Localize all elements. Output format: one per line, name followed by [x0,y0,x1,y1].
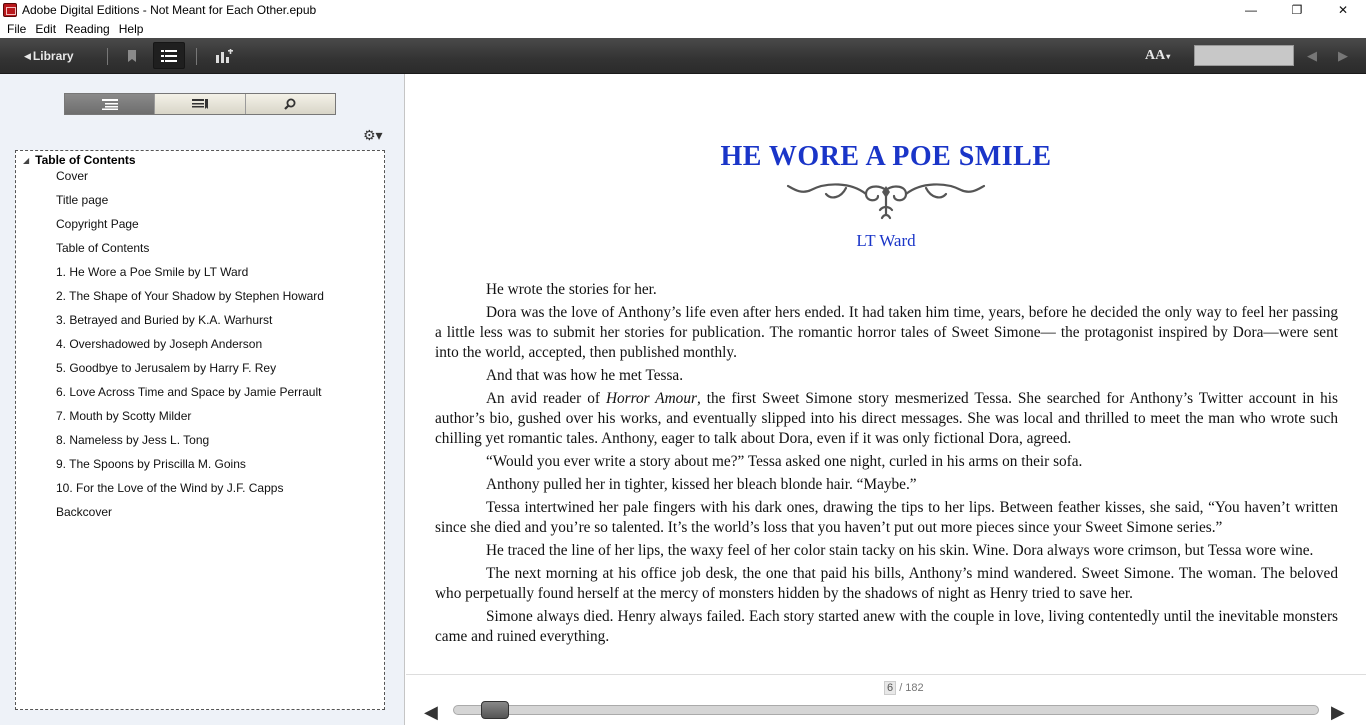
chevron-down-icon: ▾ [1166,51,1171,61]
sidebar-tabs [64,93,336,115]
chevron-right-icon: ▶ [1338,48,1348,63]
menu-help[interactable]: Help [119,22,144,36]
toolbar-divider [107,48,108,65]
paragraph-text: An avid reader of [486,390,606,407]
tab-search[interactable] [244,94,335,114]
toc-item[interactable]: 2. The Shape of Your Shadow by Stephen H… [56,289,324,313]
title-bar: Adobe Digital Editions - Not Meant for E… [0,0,1366,19]
chapter-title: HE WORE A POE SMILE [720,141,1052,172]
library-label: Library [32,49,74,63]
paragraph: An avid reader of Horror Amour, the firs… [435,389,1338,449]
pager-bar: 6 / 182 ◀ ▶ [406,674,1366,725]
toc-item[interactable]: 10. For the Love of the Wind by J.F. Cap… [56,481,324,505]
ornament-icon [786,183,986,220]
add-chart-icon [216,49,233,63]
next-page-button[interactable]: ▶ [1331,702,1345,723]
prev-page-button[interactable]: ◀ [424,702,438,723]
page-slider-track[interactable] [453,705,1319,715]
toc-item[interactable]: 3. Betrayed and Buried by K.A. Warhurst [56,313,324,337]
toc-tree: ◢ Table of Contents Cover Title page Cop… [15,150,385,710]
toc-item[interactable]: 9. The Spoons by Priscilla M. Goins [56,457,324,481]
toc-item[interactable]: 7. Mouth by Scotty Milder [56,409,324,433]
toolbar-next-button[interactable]: ▶ [1336,38,1350,74]
paragraph: The next morning at his office job desk,… [435,565,1338,602]
paragraph: Tessa intertwined her pale fingers with … [435,499,1338,536]
tab-contents[interactable] [65,94,155,114]
toc-item[interactable]: Copyright Page [56,217,324,241]
font-size-icon: AA [1145,48,1166,63]
bookmarks-icon [191,98,208,109]
bookmark-icon [128,50,136,62]
total-pages-label: / 182 [899,682,924,694]
chevron-left-icon: ◀ [1307,48,1317,63]
menu-bar: File Edit Reading Help [0,19,1366,38]
chapter-author: LT Ward [856,231,916,250]
paragraph: He wrote the stories for her. [486,281,657,298]
list-icon [161,49,177,62]
arrow-right-icon: ▶ [1331,702,1345,722]
bookmark-button[interactable] [124,38,140,74]
toolbar: ◀ Library AA ▾ ◀ ▶ [0,38,1366,74]
menu-file[interactable]: File [7,22,26,36]
toc-item[interactable]: 6. Love Across Time and Space by Jamie P… [56,385,324,409]
font-size-button[interactable]: AA ▾ [1145,38,1170,74]
paragraph: He traced the line of her lips, the waxy… [486,542,1314,559]
toc-item[interactable]: Title page [56,193,324,217]
library-back-icon: ◀ [24,50,31,61]
paragraph: “Would you ever write a story about me?”… [486,453,1083,470]
reading-pane: HE WORE A POE SMILE LT Ward He wrote the… [406,74,1366,674]
window-controls: — ❐ ✕ [1228,0,1366,19]
app-icon [3,2,17,17]
gear-icon[interactable]: ⚙▾ [363,127,383,144]
add-chart-button[interactable] [214,38,234,74]
paragraph: Simone always died. Henry always failed.… [435,608,1338,645]
toc-toggle-button[interactable] [153,42,185,69]
collapse-icon[interactable]: ◢ [23,156,29,165]
toc-root[interactable]: ◢ Table of Contents [23,153,136,167]
search-icon [284,98,296,110]
toc-icon [101,98,118,110]
page-slider-thumb[interactable] [480,701,509,719]
menu-edit[interactable]: Edit [35,22,56,36]
arrow-left-icon: ◀ [424,702,438,722]
paragraph: Dora was the love of Anthony’s life even… [435,304,1338,361]
toc-header-label: Table of Contents [35,153,136,167]
current-page-field[interactable]: 6 [884,681,897,695]
library-button[interactable]: ◀ Library [24,38,74,74]
chapter-body: He wrote the stories for her. Dora was t… [435,280,1338,650]
page-indicator: 6 / 182 [884,681,924,695]
toc-item[interactable]: Table of Contents [56,241,324,265]
restore-button[interactable]: ❐ [1274,0,1320,19]
toc-item[interactable]: 8. Nameless by Jess L. Tong [56,433,324,457]
paragraph: Anthony pulled her in tighter, kissed he… [486,476,917,493]
minimize-button[interactable]: — [1228,0,1274,19]
toc-item[interactable]: Cover [56,169,324,193]
menu-reading[interactable]: Reading [65,22,110,36]
toc-list: Cover Title page Copyright Page Table of… [56,169,324,529]
toolbar-prev-button[interactable]: ◀ [1305,38,1319,74]
sidebar: ⚙▾ ◢ Table of Contents Cover Title page … [0,74,405,725]
toolbar-divider [196,48,197,65]
toc-item[interactable]: 5. Goodbye to Jerusalem by Harry F. Rey [56,361,324,385]
toc-item[interactable]: 4. Overshadowed by Joseph Anderson [56,337,324,361]
search-input[interactable] [1194,45,1294,66]
book-title-italic: Horror Amour [605,390,697,407]
paragraph: And that was how he met Tessa. [486,367,684,384]
toc-item[interactable]: 1. He Wore a Poe Smile by LT Ward [56,265,324,289]
close-button[interactable]: ✕ [1320,0,1366,19]
tab-bookmarks[interactable] [154,94,245,114]
window-title: Adobe Digital Editions - Not Meant for E… [22,2,317,17]
toc-item[interactable]: Backcover [56,505,324,529]
